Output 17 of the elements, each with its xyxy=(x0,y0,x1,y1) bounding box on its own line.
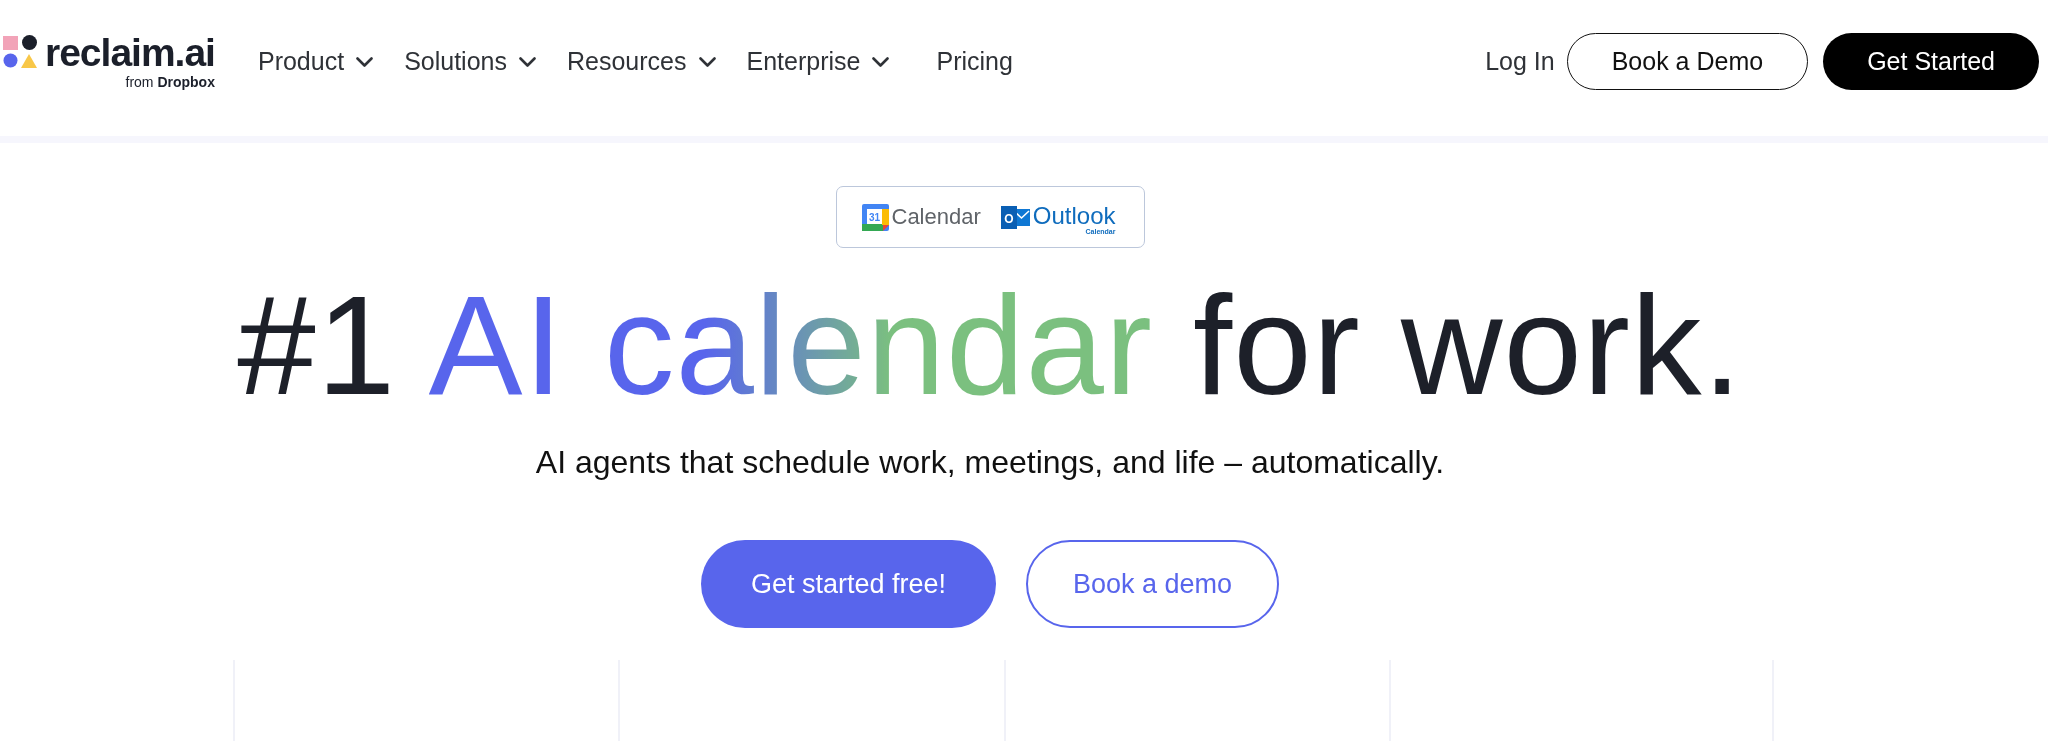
logo-icon xyxy=(3,35,37,68)
get-started-button[interactable]: Get Started xyxy=(1823,33,2039,90)
nav-link[interactable]: Enterprise xyxy=(746,47,890,76)
nav-link[interactable]: Pricing xyxy=(920,47,1013,76)
book-demo-button[interactable]: Book a demo xyxy=(1026,540,1280,628)
subtitle: AI agents that schedule work, meetings, and life – automatically. xyxy=(535,443,1445,481)
brand-name: reclaim.ai xyxy=(45,33,215,73)
get-started-free-button[interactable]: Get started free! xyxy=(700,540,996,628)
brand-tagline: from Dropbox xyxy=(125,74,215,90)
outlook-label: Outlook xyxy=(1032,204,1116,228)
calendar-label: Calendar xyxy=(891,204,981,230)
calendar-icon: 31 xyxy=(861,203,889,231)
nav-link[interactable]: Resources xyxy=(567,47,716,76)
nav-link[interactable]: Product xyxy=(257,47,374,76)
nav-link[interactable]: Solutions xyxy=(404,47,536,76)
login-link[interactable]: Log In xyxy=(1485,47,1555,76)
book-demo-button[interactable]: Book a Demo xyxy=(1566,33,1809,90)
